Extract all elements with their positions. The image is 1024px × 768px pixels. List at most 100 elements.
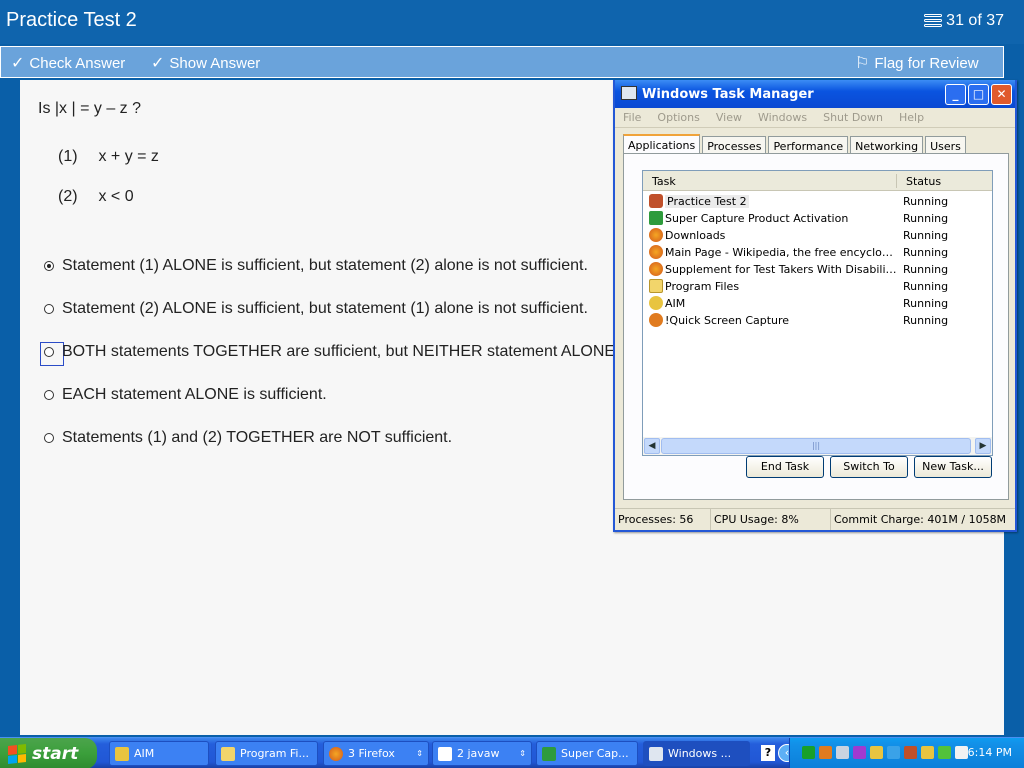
tab-networking[interactable]: Networking: [850, 136, 924, 154]
tab-strip: Applications Processes Performance Netwo…: [623, 134, 968, 155]
menu-shut-down[interactable]: Shut Down: [823, 108, 891, 127]
task-name: Program Files: [665, 280, 740, 293]
task-status: Running: [903, 280, 949, 293]
scroll-left-button[interactable]: ◀: [644, 438, 660, 454]
radio-button[interactable]: [44, 304, 54, 314]
taskbar-label: AIM: [134, 747, 155, 760]
task-row[interactable]: Main Page - Wikipedia, the free encyclop…: [645, 244, 990, 261]
tab-applications[interactable]: Applications: [623, 134, 701, 155]
switch-to-button[interactable]: Switch To: [830, 456, 908, 478]
tab-processes[interactable]: Processes: [702, 136, 767, 154]
taskbar-item-super-capture[interactable]: Super Cap...: [536, 741, 638, 766]
group-arrow-icon: ⇕: [519, 749, 526, 758]
answer-choice-b[interactable]: Statement (2) ALONE is sufficient, but s…: [44, 300, 588, 318]
radio-button[interactable]: [44, 347, 54, 357]
task-name: Main Page - Wikipedia, the free encyclop…: [665, 246, 897, 259]
close-button[interactable]: ✕: [991, 84, 1012, 105]
scroll-thumb[interactable]: |||: [661, 438, 971, 454]
capture-icon[interactable]: [819, 746, 832, 759]
window-title: Windows Task Manager: [642, 87, 814, 102]
task-manager-window: Windows Task Manager _ □ ✕ File Options …: [613, 80, 1017, 532]
task-status: Running: [903, 297, 949, 310]
radio-button[interactable]: [44, 433, 54, 443]
title-bar[interactable]: Windows Task Manager _ □ ✕: [615, 80, 1015, 108]
task-row[interactable]: Supplement for Test Takers With Disabili…: [645, 261, 990, 278]
menu-help[interactable]: Help: [899, 108, 932, 127]
tab-users[interactable]: Users: [925, 136, 966, 154]
flag-review-button[interactable]: ⚐ Flag for Review: [855, 53, 979, 73]
answer-choice-c[interactable]: BOTH statements TOGETHER are sufficient,…: [44, 343, 703, 361]
app-header: Practice Test 2 31 of 37: [0, 0, 1024, 44]
firefox-icon: [329, 746, 343, 761]
flag-icon: ⚐: [855, 55, 870, 72]
scroll-right-button[interactable]: ▶: [975, 438, 991, 454]
task-status: Running: [903, 212, 949, 225]
security-icon[interactable]: [870, 746, 883, 759]
taskbar-item-javaw[interactable]: 2 javaw ⇕: [432, 741, 532, 766]
firefox-icon: [649, 228, 663, 242]
task-name: Practice Test 2: [665, 195, 749, 208]
menu-options[interactable]: Options: [657, 108, 707, 127]
answer-choice-e[interactable]: Statements (1) and (2) TOGETHER are NOT …: [44, 429, 452, 447]
menu-windows[interactable]: Windows: [758, 108, 815, 127]
processes-count: Processes: 56: [615, 509, 711, 530]
answer-choice-d[interactable]: EACH statement ALONE is sufficient.: [44, 386, 327, 404]
task-list: Task Status Practice Test 2 Running Supe…: [642, 170, 993, 456]
tray-app-icon[interactable]: [904, 746, 917, 759]
commit-charge: Commit Charge: 401M / 1058M: [834, 513, 1007, 526]
answer-choice-a[interactable]: Statement (1) ALONE is sufficient, but s…: [44, 257, 588, 275]
horizontal-scrollbar[interactable]: ◀ ||| ▶: [643, 437, 992, 455]
firefox-icon: [649, 245, 663, 259]
bluetooth-icon[interactable]: [887, 746, 900, 759]
task-row[interactable]: Downloads Running: [645, 227, 990, 244]
menu-file[interactable]: File: [623, 108, 649, 127]
task-row[interactable]: Super Capture Product Activation Running: [645, 210, 990, 227]
task-status: Running: [903, 229, 949, 242]
arrow-app-icon: [542, 746, 556, 761]
network-icon[interactable]: [836, 746, 849, 759]
aim-icon[interactable]: [921, 746, 934, 759]
taskbar-item-task-manager[interactable]: Windows ...: [643, 741, 750, 766]
taskbar-item-firefox[interactable]: 3 Firefox ⇕: [323, 741, 429, 766]
tray-app-icon[interactable]: [938, 746, 951, 759]
end-task-button[interactable]: End Task: [746, 456, 824, 478]
statement-number: (2): [58, 188, 78, 205]
task-row[interactable]: Practice Test 2 Running: [645, 193, 990, 210]
java-icon: [649, 194, 663, 208]
column-task[interactable]: Task: [652, 175, 676, 188]
new-task-button[interactable]: New Task...: [914, 456, 992, 478]
task-row[interactable]: Program Files Running: [645, 278, 990, 295]
tray-app-icon[interactable]: [802, 746, 815, 759]
taskbar-item-aim[interactable]: AIM: [109, 741, 209, 766]
statement-1: (1) x + y = z: [58, 148, 159, 166]
maximize-button[interactable]: □: [968, 84, 989, 105]
task-row[interactable]: !Quick Screen Capture Running: [645, 312, 990, 329]
minimize-button[interactable]: _: [945, 84, 966, 105]
task-name: Supplement for Test Takers With Disabili…: [665, 263, 897, 276]
task-status: Running: [903, 195, 949, 208]
radio-button[interactable]: [44, 390, 54, 400]
group-arrow-icon: ⇕: [416, 749, 423, 758]
task-manager-icon: [649, 746, 663, 761]
tab-performance[interactable]: Performance: [768, 136, 849, 154]
folder-icon: [221, 746, 235, 761]
keyboard-icon[interactable]: [955, 746, 968, 759]
check-answer-button[interactable]: ✓ Check Answer: [11, 53, 125, 73]
taskbar-item-program-files[interactable]: Program Fi...: [215, 741, 318, 766]
arrow-app-icon: [649, 211, 663, 225]
task-name: Downloads: [665, 229, 726, 242]
statement-text: x < 0: [98, 188, 134, 205]
task-status: Running: [903, 314, 949, 327]
capture-icon: [649, 313, 663, 327]
help-icon[interactable]: ?: [761, 745, 775, 761]
column-status[interactable]: Status: [906, 175, 941, 188]
aim-icon: [115, 746, 129, 761]
start-label: start: [32, 743, 79, 764]
system-tray: 6:14 PM: [789, 738, 1024, 768]
radio-button[interactable]: [44, 261, 54, 271]
tray-app-icon[interactable]: [853, 746, 866, 759]
start-button[interactable]: start: [0, 738, 97, 768]
show-answer-button[interactable]: ✓ Show Answer: [151, 53, 260, 73]
task-row[interactable]: AIM Running: [645, 295, 990, 312]
menu-view[interactable]: View: [716, 108, 750, 127]
